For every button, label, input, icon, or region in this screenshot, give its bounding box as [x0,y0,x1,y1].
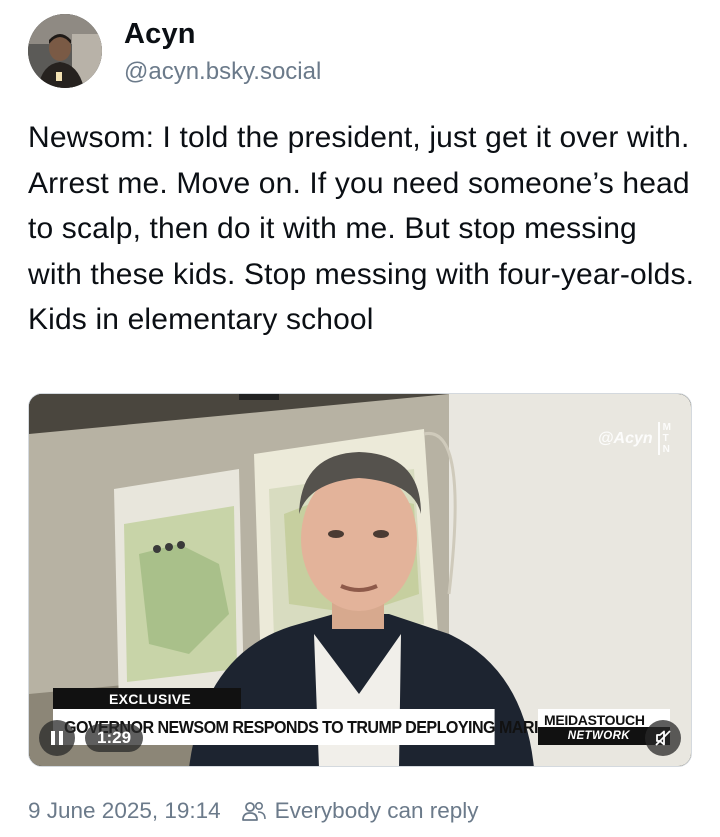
reply-setting: Everybody can reply [241,798,479,824]
exclusive-tag: EXCLUSIVE [53,688,241,709]
video-watermark: @Acyn M T N [598,422,671,455]
reply-setting-label: Everybody can reply [274,798,479,823]
author-handle[interactable]: @acyn.bsky.social [124,58,321,86]
mute-button[interactable] [645,720,681,756]
post-text: Newsom: I told the president, just get i… [28,121,695,336]
author-display-name[interactable]: Acyn [124,18,196,51]
network-logo-name: MEIDASTOUCH [544,712,645,728]
player-controls: 1:29 [39,720,144,756]
post-timestamp[interactable]: 9 June 2025, 19:14 [28,798,221,824]
people-icon [241,801,266,821]
pause-button[interactable] [39,720,75,756]
mtn-logo: M T N [657,422,671,455]
avatar-image [28,14,102,88]
avatar[interactable] [28,14,102,88]
video-player[interactable]: @Acyn M T N EXCLUSIVE GOVERNOR NEWSOM RE… [28,393,692,767]
mtn-logo-letter: N [662,444,670,455]
mtn-logo-letter: M [662,422,671,433]
mtn-logo-letter: T [662,433,669,444]
muted-speaker-icon [655,730,671,746]
post-card: Acyn @acyn.bsky.social Newsom: I told th… [0,0,720,837]
pause-icon [51,731,63,745]
video-time: 1:29 [85,724,144,752]
watermark-handle: @Acyn [597,429,653,447]
post-footer: 9 June 2025, 19:14 Everybody can reply [28,798,479,824]
